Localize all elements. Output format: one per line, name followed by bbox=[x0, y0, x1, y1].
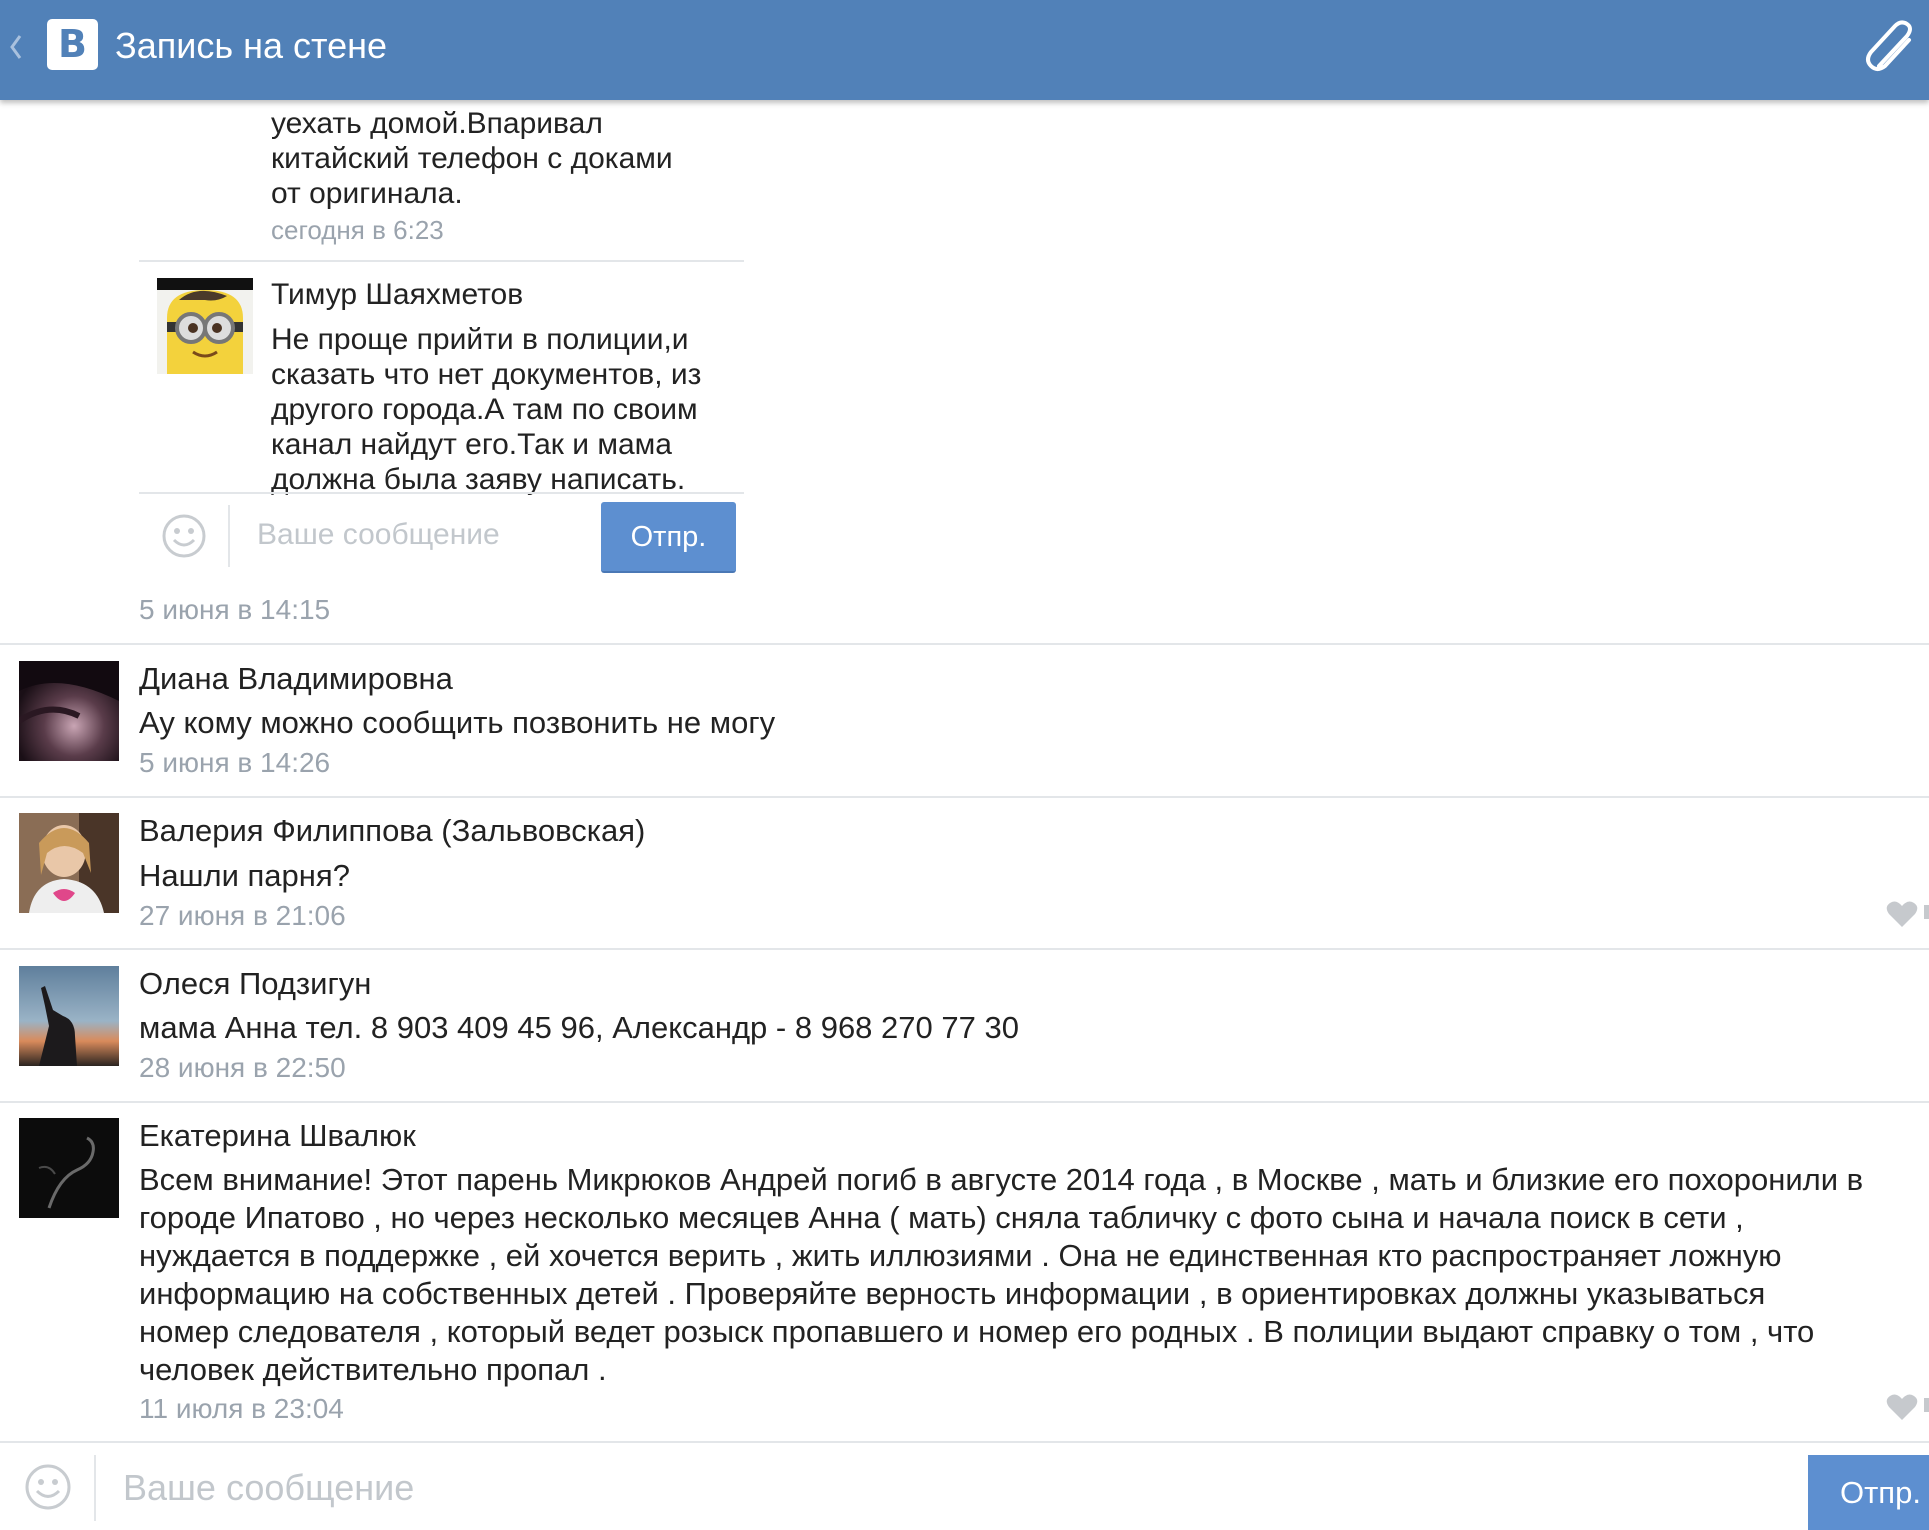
nested-reply-author[interactable]: Тимур Шаяхметов bbox=[271, 278, 523, 312]
nested-reply-line: другого города.А там по своим bbox=[271, 393, 698, 426]
avatar-image bbox=[19, 661, 119, 761]
page-title: Запись на стене bbox=[115, 25, 388, 66]
paperclip-icon[interactable] bbox=[1861, 16, 1923, 78]
comment-text-line: человек действительно пропал . bbox=[139, 1352, 607, 1387]
send-button[interactable]: Отпр. bbox=[1808, 1455, 1929, 1530]
nested-reply-line: Не проще прийти в полиции,и bbox=[271, 323, 689, 356]
avatar[interactable] bbox=[19, 966, 119, 1066]
avatar-image bbox=[19, 966, 119, 1066]
comment-text: Ау кому можно сообщить позвонить не могу bbox=[139, 705, 776, 740]
nested-separator bbox=[139, 260, 744, 262]
nested-comment-thread: уехать домой.Впаривал китайский телефон … bbox=[0, 100, 760, 500]
nested-separator bbox=[139, 492, 744, 494]
like-count-edge bbox=[1924, 905, 1929, 919]
comment-text-line: номер следователя , который ведет розыск… bbox=[139, 1314, 1815, 1349]
nested-send-button[interactable]: Отпр. bbox=[601, 502, 736, 573]
avatar-image bbox=[19, 1118, 119, 1218]
nested-comment-line: уехать домой.Впаривал bbox=[271, 107, 603, 140]
comment-author[interactable]: Екатерина Швалюк bbox=[139, 1118, 416, 1154]
nested-comment-line: китайский телефон с доками bbox=[271, 142, 673, 175]
comment-separator bbox=[0, 796, 1929, 798]
like-count-edge bbox=[1924, 1398, 1929, 1412]
composer-divider bbox=[228, 505, 230, 567]
comment-text-line: Всем внимание! Этот парень Микрюков Андр… bbox=[139, 1162, 1864, 1197]
comment-author[interactable]: Олеся Подзигун bbox=[139, 966, 371, 1002]
vk-logo[interactable]: B bbox=[47, 19, 98, 70]
nested-reply-line: канал найдут его.Так и мама bbox=[271, 428, 672, 461]
nested-reply-line: сказать что нет документов, из bbox=[271, 358, 702, 391]
minion-avatar-image bbox=[167, 290, 243, 374]
comment-date: 11 июля в 23:04 bbox=[139, 1393, 344, 1424]
top-bar: B Запись на стене bbox=[0, 0, 1929, 100]
comment-text-line: нуждается в поддержке , ей хочется верит… bbox=[139, 1238, 1782, 1273]
comment-date: 28 июня в 22:50 bbox=[139, 1052, 346, 1083]
like-heart-icon[interactable] bbox=[1886, 900, 1918, 928]
avatar-image bbox=[19, 813, 119, 913]
nested-message-composer: Ваше сообщение Отпр. bbox=[139, 497, 744, 575]
comment-text-line: информацию на собственных детей . Провер… bbox=[139, 1276, 1766, 1311]
comment-date: 5 июня в 14:26 bbox=[139, 747, 331, 778]
comment-author[interactable]: Диана Владимировна bbox=[139, 661, 453, 697]
comment-separator bbox=[0, 948, 1929, 950]
nested-comment-date: сегодня в 6:23 bbox=[271, 215, 444, 245]
comment-text-line: городе Ипатово , но через несколько меся… bbox=[139, 1200, 1744, 1235]
avatar[interactable] bbox=[19, 661, 119, 761]
nested-message-input[interactable]: Ваше сообщение bbox=[257, 518, 500, 552]
avatar[interactable] bbox=[19, 1118, 119, 1218]
comment-separator bbox=[0, 643, 1929, 645]
post-date: 5 июня в 14:15 bbox=[139, 594, 331, 625]
comment-text: мама Анна тел. 8 903 409 45 96, Александ… bbox=[139, 1010, 1019, 1045]
nested-comment-line: от оригинала. bbox=[271, 177, 463, 210]
comment-separator bbox=[0, 1101, 1929, 1103]
composer-divider bbox=[94, 1455, 96, 1521]
avatar[interactable] bbox=[19, 813, 119, 913]
comment-text: Нашли парня? bbox=[139, 858, 350, 893]
smiley-icon[interactable] bbox=[24, 1463, 72, 1511]
chevron-left-icon[interactable] bbox=[6, 22, 26, 72]
comment-author[interactable]: Валерия Филиппова (Зальвовская) bbox=[139, 813, 645, 849]
like-heart-icon[interactable] bbox=[1886, 1393, 1918, 1421]
message-input[interactable]: Ваше сообщение bbox=[123, 1467, 414, 1509]
smiley-icon[interactable] bbox=[161, 513, 207, 559]
comment-date: 27 июня в 21:06 bbox=[139, 900, 346, 931]
avatar[interactable] bbox=[157, 278, 253, 374]
message-composer: Ваше сообщение Отпр. bbox=[0, 1441, 1929, 1530]
